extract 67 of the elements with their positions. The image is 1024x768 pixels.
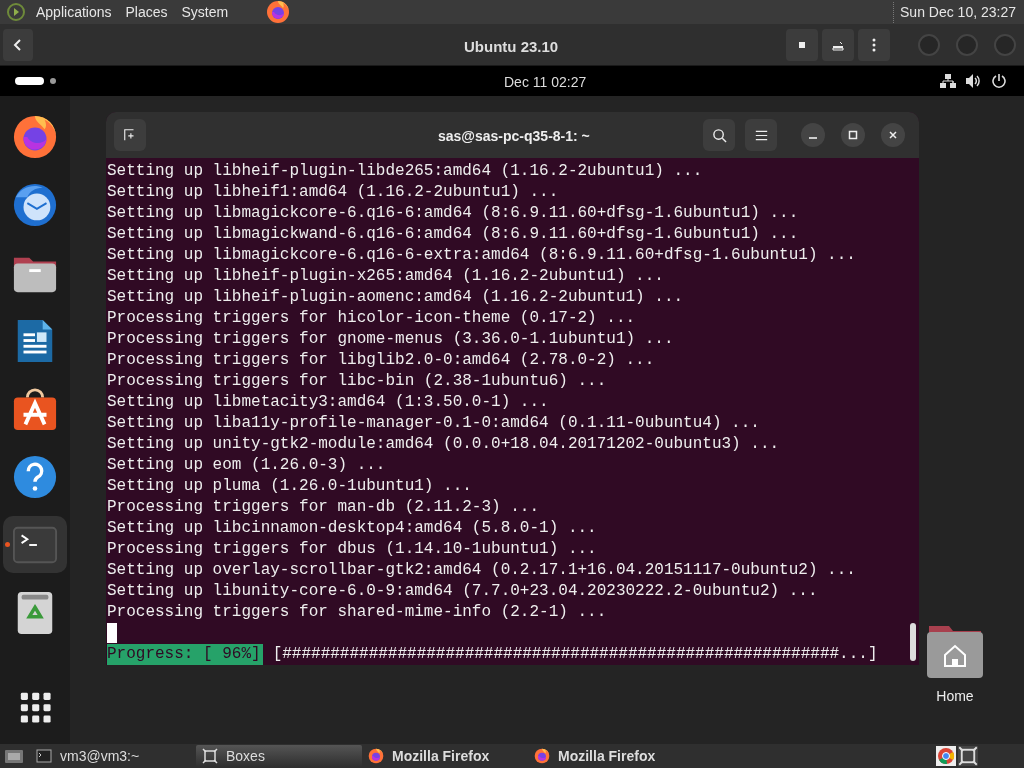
scrollbar[interactable]	[910, 623, 916, 661]
terminal-line: Processing triggers for gnome-menus (3.36.0-1.1ubuntu1) ...	[107, 329, 675, 350]
panel-clock[interactable]: Sun Dec 10, 23:27	[893, 1, 1016, 23]
terminal-line: Setting up libmagickcore-6.q16-6-extra:amd64 (8:6.9.11.60+dfsg-1.6ubuntu1) ...	[107, 245, 857, 266]
taskbar-button[interactable]: Mozilla Firefox	[362, 745, 528, 767]
terminal-line: Setting up libheif-plugin-x265:amd64 (1.16.2-2ubuntu1) ...	[107, 266, 665, 287]
terminal-line: Setting up libmagickwand-6.q16-6:amd64 (8:6.9.11.60+dfsg-1.6ubuntu1) ...	[107, 224, 800, 245]
terminal-line: Processing triggers for hicolor-icon-theme (0.17-2) ...	[107, 308, 637, 329]
text-cursor	[107, 623, 117, 643]
terminal-line: Setting up libmetacity3:amd64 (1:3.50.0-1) ...	[107, 392, 550, 413]
terminal-line: Setting up libheif-plugin-aomenc:amd64 (1.16.2-2ubuntu1) ...	[107, 287, 685, 308]
firefox-icon	[534, 748, 550, 764]
firefox-icon	[368, 748, 384, 764]
menu-button[interactable]	[745, 119, 777, 151]
window-title: sas@sas-pc-q35-8-1: ~	[438, 127, 590, 146]
firefox-icon[interactable]	[266, 0, 291, 24]
menu-icon	[754, 128, 768, 142]
progress-bar-text: [##########################################################...]	[272, 644, 878, 665]
terminal-line: Setting up libmagickcore-6.q16-6:amd64 (8:6.9.11.60+dfsg-1.6ubuntu1) ...	[107, 203, 800, 224]
minimize-button[interactable]	[801, 123, 825, 147]
maximize-button[interactable]	[841, 123, 865, 147]
taskbar-button[interactable]: vm3@vm3:~	[30, 745, 196, 767]
boxes-icon[interactable]	[958, 746, 978, 766]
panel-menu[interactable]: System	[177, 1, 233, 23]
search-icon	[711, 127, 727, 143]
terminal-line: Processing triggers for libc-bin (2.38-1ubuntu6) ...	[107, 371, 608, 392]
terminal-line: Setting up liba11y-profile-manager-0.1-0:amd64 (0.1.11-0ubuntu4) ...	[107, 413, 761, 434]
panel-menu[interactable]: Places	[121, 1, 172, 23]
taskbar-button[interactable]: Mozilla Firefox	[528, 745, 694, 767]
window-title: Ubuntu 23.10	[464, 37, 559, 57]
shopping-bag-icon[interactable]	[12, 385, 58, 432]
new-tab-icon	[123, 128, 137, 142]
terminal-line: Processing triggers for libglib2.0-0:amd64 (2.78.0-2) ...	[107, 350, 656, 371]
boxes-icon	[202, 748, 218, 764]
terminal-line: Setting up overlay-scrollbar-gtk2:amd64 (0.2.17.1+16.04.20151117-0ubuntu2) ...	[107, 560, 857, 581]
terminal-line: Setting up unity-gtk2-module:amd64 (0.0.0+18.04.20171202-0ubuntu3) ...	[107, 434, 781, 455]
terminal-icon	[36, 748, 52, 764]
terminal-line: Setting up libheif1:amd64 (1.16.2-2ubuntu1) ...	[107, 182, 560, 203]
terminal-line: Setting up pluma (1.26.0-1ubuntu1) ...	[107, 476, 473, 497]
new-tab-button[interactable]	[114, 119, 146, 151]
help-icon[interactable]	[12, 453, 58, 500]
terminal-line: Setting up eom (1.26.0-3) ...	[107, 455, 387, 476]
panel-menu[interactable]: Applications	[32, 1, 116, 23]
menu-logo-icon[interactable]	[6, 2, 26, 22]
bird-envelope-icon[interactable]	[12, 181, 58, 228]
terminal-line: Setting up libheif-plugin-libde265:amd64 (1.16.2-2ubuntu1) ...	[107, 161, 704, 182]
workspace-indicator-icon[interactable]	[15, 76, 57, 86]
browser-icon[interactable]	[936, 746, 956, 766]
progress-label: Progress: [ 96%]	[107, 644, 263, 665]
home-folder-icon[interactable]	[926, 624, 984, 678]
back-button[interactable]	[3, 28, 33, 61]
close-button[interactable]	[881, 123, 905, 147]
show-desktop-icon[interactable]	[4, 747, 24, 765]
system-status-icon[interactable]	[940, 73, 1006, 89]
firefox-icon[interactable]	[12, 113, 58, 160]
keyboard-button[interactable]	[822, 28, 854, 61]
terminal-line: Setting up libcinnamon-desktop4:amd64 (5.8.0-1) ...	[107, 518, 598, 539]
clock[interactable]: Dec 11 02:27	[504, 72, 587, 93]
terminal-line: Processing triggers for dbus (1.14.10-1ubuntu1) ...	[107, 539, 598, 560]
stop-button[interactable]	[786, 28, 818, 61]
minimize-icon	[809, 137, 817, 139]
taskbar-button[interactable]: Boxes	[196, 745, 362, 767]
search-button[interactable]	[703, 119, 735, 151]
terminal-line: Setting up libunity-core-6.0-9:amd64 (7.7.0+23.04.20230222.2-0ubuntu2) ...	[107, 581, 819, 602]
desktop-icon-label[interactable]: Home	[936, 686, 974, 707]
terminal-line: Processing triggers for shared-mime-info (2.2-1) ...	[107, 602, 608, 623]
terminal-line: Processing triggers for man-db (2.11.2-3) ...	[107, 497, 541, 518]
